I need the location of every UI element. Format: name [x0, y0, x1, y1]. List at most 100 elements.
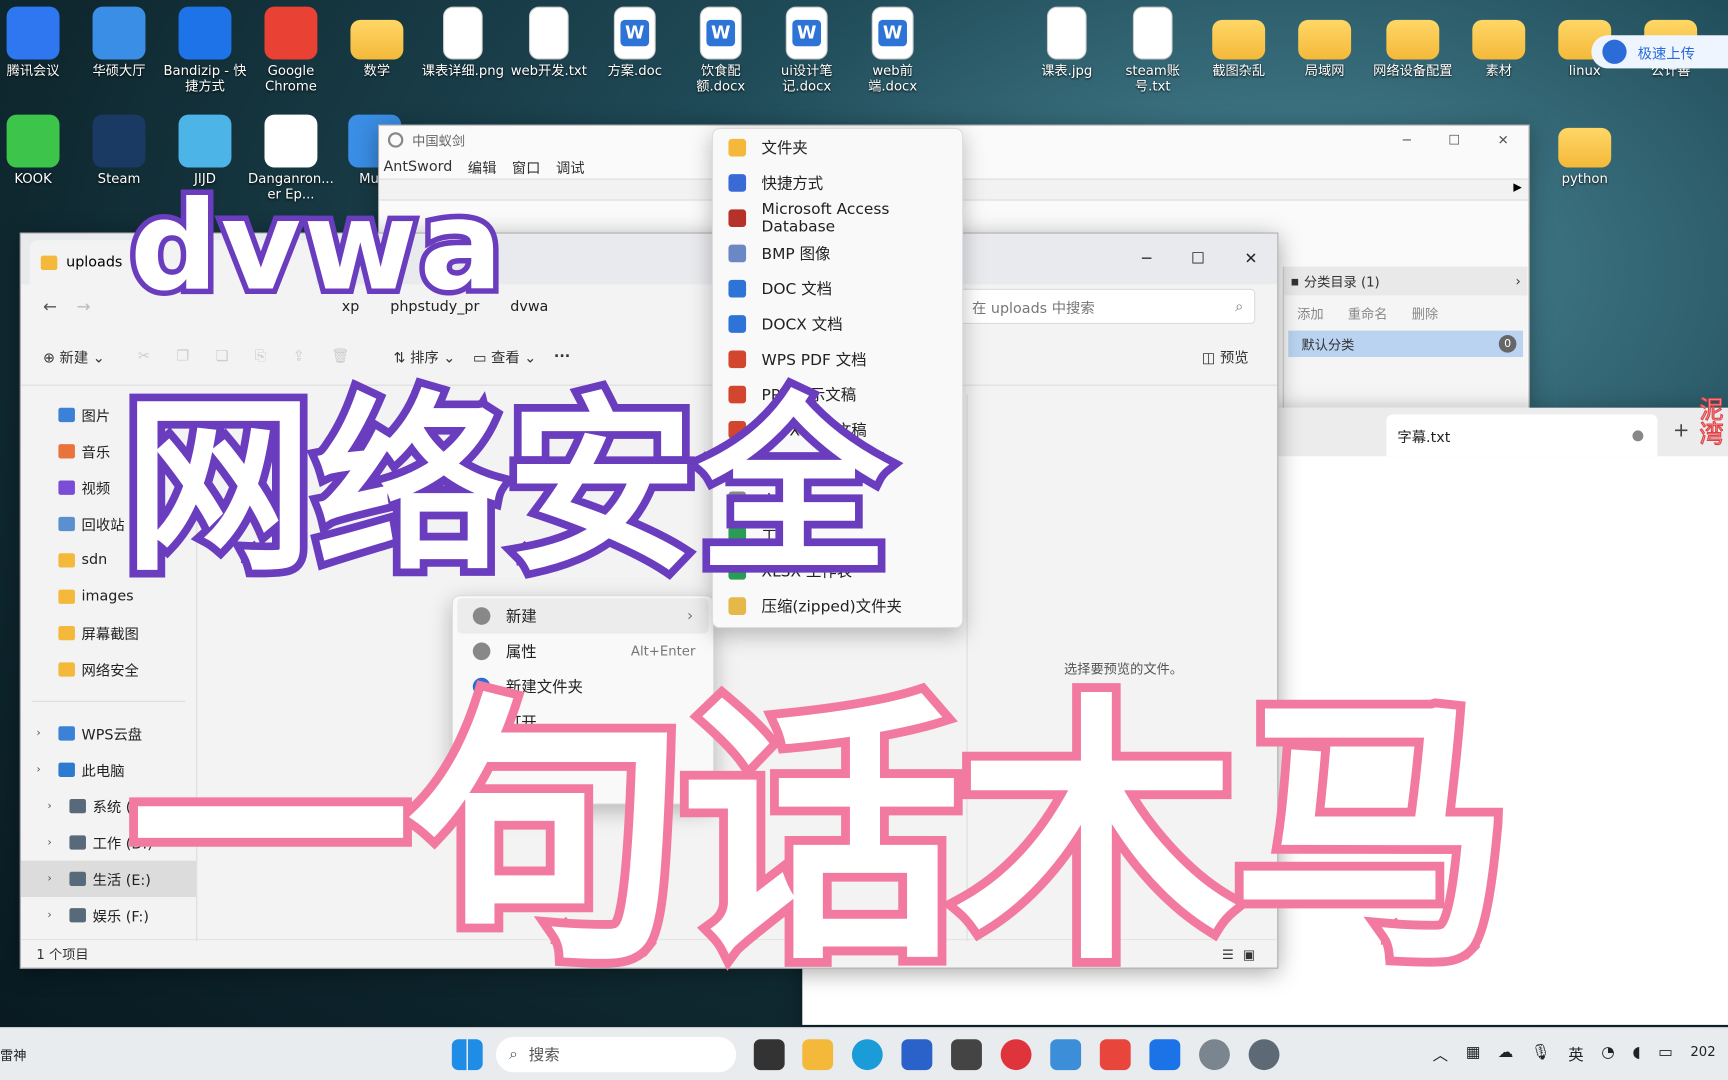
- chevron-right-icon[interactable]: ›: [36, 764, 51, 776]
- new-submenu-item[interactable]: 文件夹: [713, 130, 962, 165]
- category-action-button[interactable]: 重命名: [1348, 304, 1388, 323]
- maximize-icon[interactable]: ☐: [1191, 250, 1205, 268]
- tab-uploads[interactable]: uploads: [29, 240, 317, 285]
- sidebar-item[interactable]: images: [21, 579, 196, 615]
- chevron-right-icon[interactable]: ›: [36, 727, 51, 739]
- task-view-icon[interactable]: [753, 1039, 785, 1071]
- chevron-right-icon[interactable]: ›: [47, 836, 62, 848]
- context-menu-item[interactable]: 打开: [457, 704, 708, 739]
- breadcrumb-item[interactable]: xp: [342, 298, 360, 315]
- desktop-icon[interactable]: 华硕大厅: [76, 6, 162, 79]
- desktop-icon[interactable]: Danganron... er Ep...: [248, 114, 334, 203]
- wifi-icon[interactable]: ◔: [1601, 1044, 1614, 1066]
- tree-item[interactable]: › WPS云盘: [21, 715, 196, 751]
- notepad-icon[interactable]: [1050, 1039, 1082, 1071]
- sidebar-item[interactable]: 音乐: [21, 433, 196, 469]
- tab-subtitle-txt[interactable]: 字幕.txt ●: [1386, 414, 1658, 457]
- sidebar-item[interactable]: sdn: [21, 542, 196, 578]
- sidebar-item[interactable]: 视频: [21, 469, 196, 505]
- close-icon[interactable]: ✕: [1498, 132, 1509, 147]
- desktop-icon[interactable]: Google Chrome: [248, 6, 334, 95]
- context-menu-item[interactable]: 新建 ›: [457, 598, 709, 634]
- chevron-up-icon[interactable]: ︿: [1433, 1044, 1448, 1066]
- ime-indicator[interactable]: 英: [1568, 1044, 1583, 1066]
- more-button[interactable]: ···: [554, 348, 570, 365]
- antsword-menu-item[interactable]: AntSword: [384, 158, 453, 175]
- category-action-button[interactable]: 添加: [1297, 304, 1323, 323]
- sidebar-item[interactable]: 图片: [21, 397, 196, 433]
- new-submenu-item[interactable]: BMP 图像: [713, 236, 962, 271]
- desktop-icon[interactable]: W 饮食配额.docx: [678, 6, 764, 95]
- new-submenu-item[interactable]: DOCX 文档: [713, 306, 962, 341]
- tray-app-icon[interactable]: ▦: [1466, 1044, 1481, 1066]
- breadcrumb-item[interactable]: dvwa: [510, 298, 548, 315]
- preview-button[interactable]: ◫ 预览: [1202, 346, 1249, 367]
- new-tab-button[interactable]: +: [1673, 419, 1690, 442]
- new-submenu-item[interactable]: DOC 文档: [713, 271, 962, 306]
- desktop-icon[interactable]: 课表详细.png: [420, 6, 506, 79]
- tree-item[interactable]: › 生活 (E:): [20, 860, 197, 898]
- minimize-icon[interactable]: ─: [1142, 250, 1151, 268]
- new-submenu-item[interactable]: 文档: [713, 483, 962, 518]
- new-submenu-item[interactable]: 文件: [713, 447, 962, 482]
- desktop-icon[interactable]: JIJD: [162, 114, 248, 187]
- netease-music-icon[interactable]: [1000, 1039, 1032, 1071]
- desktop-icon[interactable]: 素材: [1456, 7, 1542, 79]
- search-box[interactable]: 在 uploads 中搜索 ⌕: [957, 288, 1256, 324]
- file-explorer-icon[interactable]: [802, 1039, 834, 1071]
- store-icon[interactable]: [901, 1039, 933, 1071]
- desktop-icon[interactable]: 网络设备配置: [1370, 7, 1456, 79]
- desktop-icon[interactable]: 课表.jpg: [1024, 6, 1110, 79]
- tree-item[interactable]: › 此电脑: [21, 752, 196, 788]
- view-button[interactable]: ▭ 查看 ⌄: [473, 346, 536, 367]
- category-action-button[interactable]: 删除: [1412, 304, 1438, 323]
- app-cube-icon[interactable]: [951, 1039, 982, 1071]
- context-menu-item[interactable]: 属性 Alt+Enter: [457, 634, 708, 669]
- tree-item[interactable]: › 工作 (D:): [21, 824, 196, 860]
- start-windows-icon[interactable]: [451, 1039, 483, 1071]
- volume-icon[interactable]: ◖: [1632, 1044, 1640, 1066]
- new-submenu-item[interactable]: 快捷方式: [713, 165, 962, 200]
- new-submenu-item[interactable]: XLSX 工作表: [713, 553, 962, 588]
- chevron-right-icon[interactable]: ›: [1516, 273, 1528, 288]
- chevron-right-icon[interactable]: ›: [47, 909, 62, 921]
- battery-icon[interactable]: ▭: [1658, 1044, 1673, 1066]
- taskbar-search[interactable]: ⌕ 搜索: [495, 1037, 737, 1073]
- sort-button[interactable]: ⇅ 排序 ⌄: [394, 346, 456, 367]
- desktop-icon[interactable]: 数学: [334, 7, 420, 79]
- view-toggle-icons[interactable]: ☰▣: [1222, 946, 1264, 961]
- chevron-right-icon[interactable]: ›: [47, 800, 62, 812]
- new-submenu-item[interactable]: 压缩(zipped)文件夹: [713, 588, 962, 623]
- desktop-icon[interactable]: W 方案.doc: [592, 6, 678, 79]
- antsword-menu-item[interactable]: 编辑: [468, 156, 497, 177]
- chevron-right-icon[interactable]: ▶: [1513, 182, 1521, 194]
- desktop-icon[interactable]: KOOK: [0, 114, 76, 187]
- new-submenu-item[interactable]: PPT 演示文稿: [713, 377, 962, 412]
- tree-item[interactable]: › 娱乐 (F:): [21, 897, 196, 933]
- back-icon[interactable]: ←: [43, 296, 57, 316]
- address-bar[interactable]: xp phpstudy_pr dvwa: [221, 290, 794, 323]
- desktop-icon[interactable]: Wui设计笔记.docx: [764, 6, 850, 95]
- antsword-taskbar-icon[interactable]: [1248, 1039, 1280, 1071]
- edge-icon[interactable]: [851, 1039, 883, 1071]
- wps-icon[interactable]: [1099, 1039, 1131, 1071]
- clock[interactable]: 202: [1690, 1044, 1715, 1066]
- desktop-icon[interactable]: 腾讯会议: [0, 6, 76, 79]
- new-submenu-item[interactable]: Microsoft Access Database: [713, 201, 962, 236]
- desktop-icon[interactable]: web开发.txt: [506, 6, 592, 79]
- cloud-tray-icon[interactable]: ☁: [1498, 1044, 1513, 1066]
- mic-icon[interactable]: 🎙: [1531, 1044, 1551, 1066]
- p-app-icon[interactable]: [1149, 1039, 1181, 1071]
- new-submenu-item[interactable]: 工作表: [713, 518, 962, 553]
- desktop-icon[interactable]: Steam: [76, 114, 162, 187]
- desktop-icon[interactable]: Bandizip - 快捷方式: [162, 6, 248, 95]
- maximize-icon[interactable]: ☐: [1448, 132, 1460, 147]
- chevron-right-icon[interactable]: ›: [47, 873, 62, 885]
- context-menu-item[interactable]: 新建文件夹: [457, 669, 708, 704]
- close-icon[interactable]: ✕: [1244, 250, 1257, 268]
- desktop-icon[interactable]: steam账号.txt: [1110, 6, 1196, 95]
- sidebar-item[interactable]: 网络安全: [21, 651, 196, 687]
- breadcrumb-item[interactable]: phpstudy_pr: [390, 298, 479, 315]
- new-button[interactable]: ⊕ 新建 ⌄: [43, 346, 105, 367]
- new-submenu-item[interactable]: WPS PDF 文档: [713, 342, 962, 377]
